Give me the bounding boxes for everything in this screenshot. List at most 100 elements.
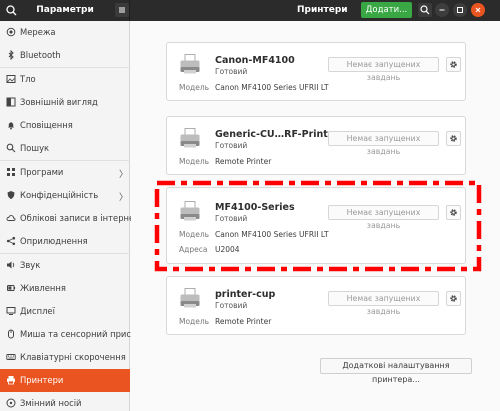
additional-printer-settings-button[interactable]: Додаткові налаштування принтера... xyxy=(320,358,472,384)
sidebar-item-label: Пошук xyxy=(20,143,50,153)
sidebar-item-notifications[interactable]: Сповіщення xyxy=(0,114,130,137)
sidebar-item-mouse[interactable]: Миша та сенсорний пристрій xyxy=(0,323,149,346)
printer-status: Готовий xyxy=(215,301,248,310)
sidebar-item-removable-media[interactable]: Змінний носій xyxy=(0,392,130,411)
sidebar-item-label: Облікові записи в інтернеті xyxy=(20,213,142,223)
sidebar-item-label: Звук xyxy=(20,260,41,270)
search-icon xyxy=(6,143,16,153)
printer-card: MF4100-Series Готовий Немає запущених за… xyxy=(166,187,466,264)
sidebar-item-appearance[interactable]: Зовнішній вигляд xyxy=(0,91,130,114)
sidebar-item-online-accounts[interactable]: Облікові записи в інтернеті xyxy=(0,207,141,230)
sidebar-item-label: Миша та сенсорний пристрій xyxy=(20,329,149,339)
search-button[interactable] xyxy=(418,3,432,17)
sidebar-item-printers[interactable]: Принтери xyxy=(0,369,130,392)
sidebar-item-label: Живлення xyxy=(20,283,66,293)
jobs-button[interactable]: Немає запущених завдань xyxy=(328,205,439,230)
sidebar-item-label: Дисплеї xyxy=(20,306,55,316)
page-title: Принтери xyxy=(297,5,348,15)
header-bar: Параметри Принтери Додати... xyxy=(0,0,500,21)
printer-icon xyxy=(179,287,201,309)
sidebar-item-label: Зовнішній вигляд xyxy=(20,97,98,107)
model-value: Canon MF4100 Series UFRII LT xyxy=(215,230,329,239)
gear-icon[interactable] xyxy=(446,205,461,220)
model-value: Canon MF4100 Series UFRII LT xyxy=(215,83,329,92)
gear-icon[interactable] xyxy=(446,131,461,146)
printer-status: Готовий xyxy=(215,141,248,150)
sidebar-item-apps[interactable]: Програми 〉 xyxy=(0,161,130,184)
bell-icon xyxy=(6,120,16,130)
printer-icon xyxy=(6,375,16,385)
printer-card: printer-cup Готовий Немає запущених завд… xyxy=(166,276,466,335)
model-label: Модель xyxy=(179,157,210,166)
sidebar: Мережа Bluetooth Тло Зовнішній вигляд Сп… xyxy=(0,21,149,411)
printer-name: printer-cup xyxy=(215,289,276,300)
content-header: Принтери Додати... xyxy=(130,0,500,21)
sidebar-item-label: Bluetooth xyxy=(20,50,61,60)
share-icon xyxy=(6,236,16,246)
media-icon xyxy=(6,398,16,408)
sidebar-item-label: Конфіденційність xyxy=(20,190,99,200)
sidebar-item-label: Сповіщення xyxy=(20,120,73,130)
display-icon xyxy=(6,306,16,316)
printer-status: Готовий xyxy=(215,214,248,223)
sidebar-item-label: Мережа xyxy=(20,27,56,37)
sidebar-item-label: Клавіатурні скорочення xyxy=(20,352,126,362)
printers-panel: Canon-MF4100 Готовий Немає запущених зав… xyxy=(131,21,500,411)
background-icon xyxy=(6,74,16,84)
minimize-icon[interactable] xyxy=(435,3,449,17)
printer-name: Canon-MF4100 xyxy=(215,55,295,66)
sidebar-item-displays[interactable]: Дисплеї xyxy=(0,300,130,323)
power-icon xyxy=(6,283,16,293)
sidebar-item-label: Оприлюднення xyxy=(20,236,88,246)
sidebar-item-network[interactable]: Мережа xyxy=(0,21,130,44)
privacy-icon xyxy=(6,190,16,200)
jobs-button[interactable]: Немає запущених завдань xyxy=(328,291,439,316)
jobs-button[interactable]: Немає запущених завдань xyxy=(328,57,439,82)
chevron-right-icon: 〉 xyxy=(119,193,129,203)
menu-icon[interactable] xyxy=(115,3,129,17)
maximize-icon[interactable] xyxy=(453,3,467,17)
sidebar-item-sound[interactable]: Звук xyxy=(0,254,130,277)
gear-icon[interactable] xyxy=(446,57,461,72)
sidebar-item-bluetooth[interactable]: Bluetooth xyxy=(0,44,130,67)
add-printer-button[interactable]: Додати... xyxy=(361,2,412,18)
sidebar-item-label: Принтери xyxy=(20,375,64,385)
printer-status: Готовий xyxy=(215,67,248,76)
printer-name: Generic-CU…RF-Printer xyxy=(215,129,339,140)
address-value: U2004 xyxy=(215,245,240,254)
printer-icon xyxy=(179,53,201,75)
sidebar-item-search[interactable]: Пошук xyxy=(0,137,130,160)
model-value: Remote Printer xyxy=(215,317,272,326)
speaker-icon xyxy=(6,260,16,270)
sidebar-item-power[interactable]: Живлення xyxy=(0,277,130,300)
printer-icon xyxy=(179,200,201,222)
chevron-right-icon: 〉 xyxy=(119,170,129,180)
bluetooth-icon xyxy=(6,49,16,61)
printer-name: MF4100-Series xyxy=(215,202,295,213)
sidebar-item-keyboard[interactable]: Клавіатурні скорочення xyxy=(0,346,130,369)
model-label: Модель xyxy=(179,83,210,92)
printer-card: Generic-CU…RF-Printer Готовий Немає запу… xyxy=(166,116,466,175)
appearance-icon xyxy=(6,97,16,107)
sidebar-header: Параметри xyxy=(0,0,130,21)
sidebar-item-background[interactable]: Тло xyxy=(0,68,130,91)
cloud-icon xyxy=(6,213,16,223)
keyboard-icon xyxy=(6,352,16,362)
network-icon xyxy=(6,27,16,37)
model-label: Модель xyxy=(179,317,210,326)
model-label: Модель xyxy=(179,230,210,239)
model-value: Remote Printer xyxy=(215,157,272,166)
jobs-button[interactable]: Немає запущених завдань xyxy=(328,131,439,156)
sidebar-item-label: Тло xyxy=(20,74,36,84)
gear-icon[interactable] xyxy=(446,291,461,306)
apps-icon xyxy=(6,167,16,177)
settings-title: Параметри xyxy=(36,5,94,15)
close-icon[interactable] xyxy=(471,3,485,17)
sidebar-item-label: Змінний носій xyxy=(20,398,82,408)
sidebar-item-label: Програми xyxy=(20,167,64,177)
printer-card: Canon-MF4100 Готовий Немає запущених зав… xyxy=(166,42,466,101)
printer-icon xyxy=(179,127,201,149)
sidebar-item-privacy[interactable]: Конфіденційність 〉 xyxy=(0,184,130,207)
mouse-icon xyxy=(6,329,16,339)
sidebar-item-sharing[interactable]: Оприлюднення xyxy=(0,230,130,253)
